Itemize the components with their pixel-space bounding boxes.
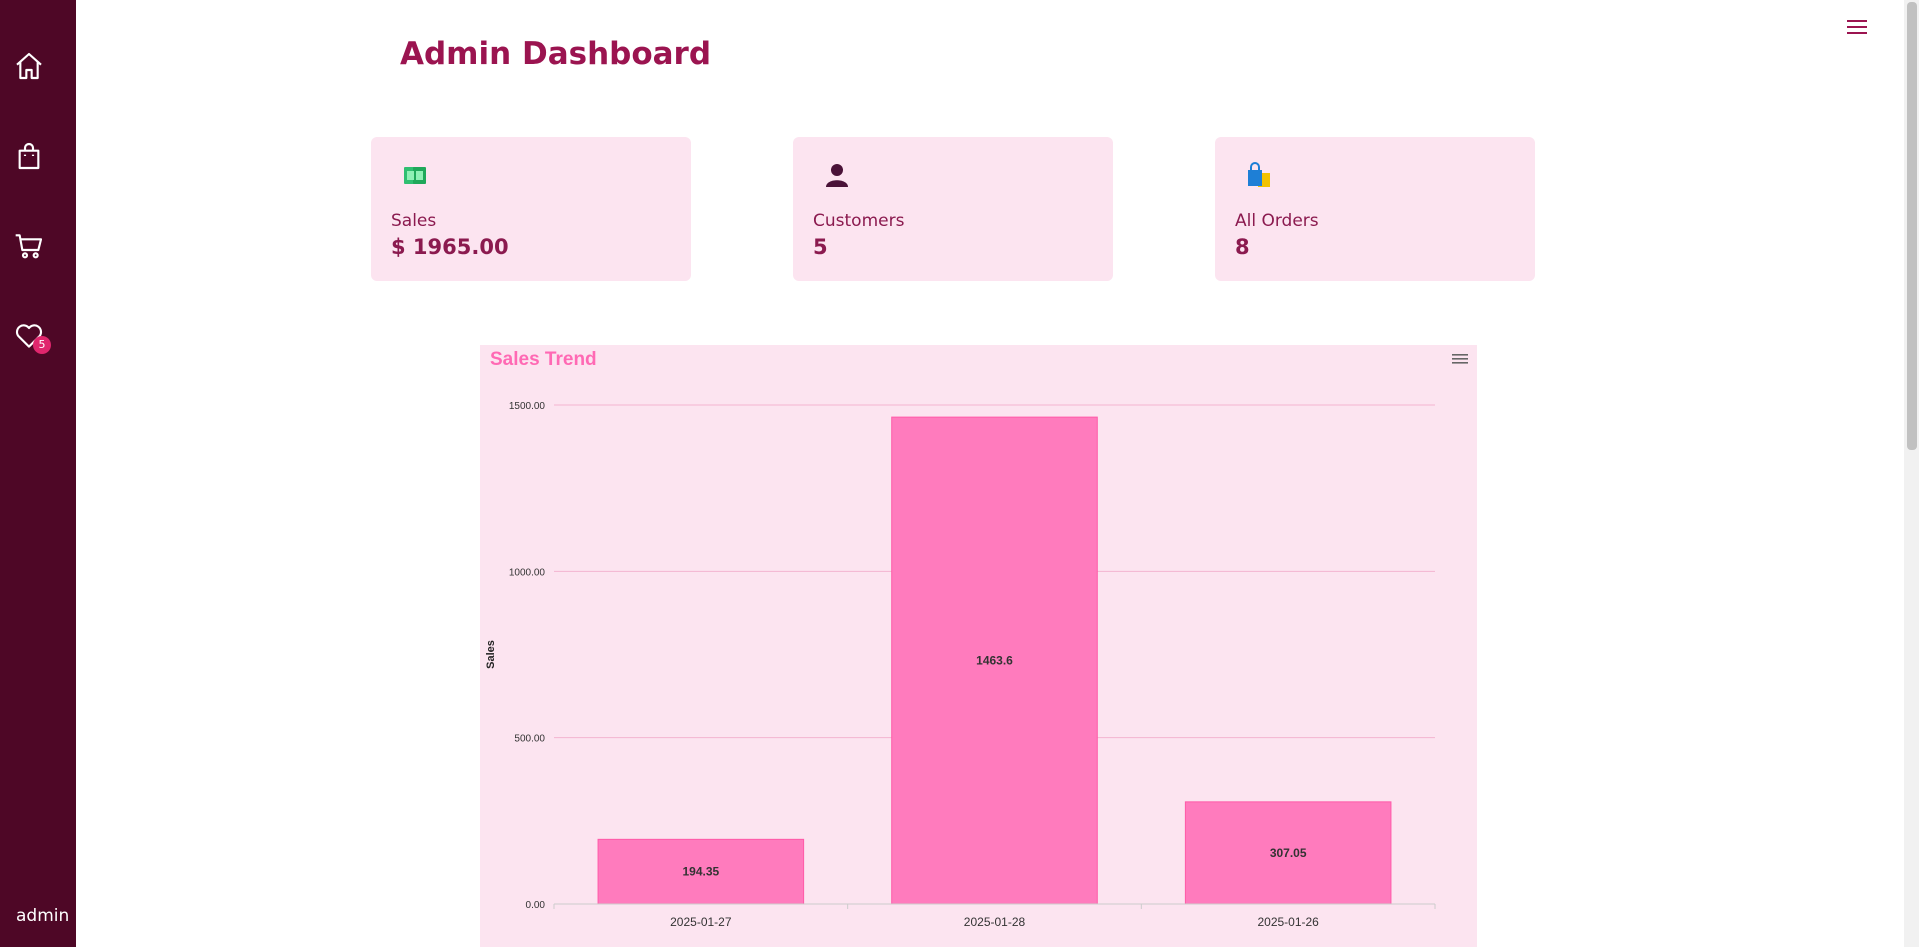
cart-icon[interactable] [13,230,45,262]
sales-card: Sales $ 1965.00 [371,137,691,281]
orders-label: All Orders [1235,211,1319,231]
sales-label: Sales [391,211,437,231]
sidebar: 5 admin [0,0,76,947]
bar-data-label: 194.35 [682,865,719,879]
customers-label: Customers [813,211,905,231]
favorites-count-badge: 5 [33,336,51,354]
y-tick-label: 0.00 [526,900,546,911]
y-tick-label: 1000.00 [509,567,546,578]
x-tick-label: 2025-01-27 [670,915,732,929]
orders-value: 8 [1235,235,1250,259]
bar-data-label: 307.05 [1270,846,1307,860]
bar-data-label: 1463.6 [976,654,1013,668]
x-tick-label: 2025-01-28 [964,915,1026,929]
user-label[interactable]: admin [16,906,69,926]
customers-value: 5 [813,235,828,259]
orders-card: All Orders 8 [1215,137,1535,281]
y-axis-label: Sales [485,640,497,669]
sales-trend-chart: 0.00 500.00 1000.00 1500.00 Sales 194.35 2025-… [480,345,1477,947]
y-tick-label: 1500.00 [509,401,546,412]
user-icon [823,161,851,189]
chart-canvas: 0.00 500.00 1000.00 1500.00 Sales 194.35 2025-… [485,401,1436,929]
shopping-bags-icon [1245,161,1273,189]
y-tick-label: 500.00 [514,734,545,745]
shopping-bag-icon[interactable] [13,140,45,172]
hamburger-menu-icon[interactable] [1844,16,1870,40]
money-icon [401,161,429,189]
chart-title: Sales Trend [490,349,597,370]
customers-card: Customers 5 [793,137,1113,281]
chart-menu-icon[interactable] [1451,351,1469,367]
home-icon[interactable] [13,50,45,82]
page-title: Admin Dashboard [400,36,712,72]
x-tick-label: 2025-01-26 [1257,915,1319,929]
scrollbar-thumb[interactable] [1907,2,1917,450]
sales-value: $ 1965.00 [391,235,509,259]
